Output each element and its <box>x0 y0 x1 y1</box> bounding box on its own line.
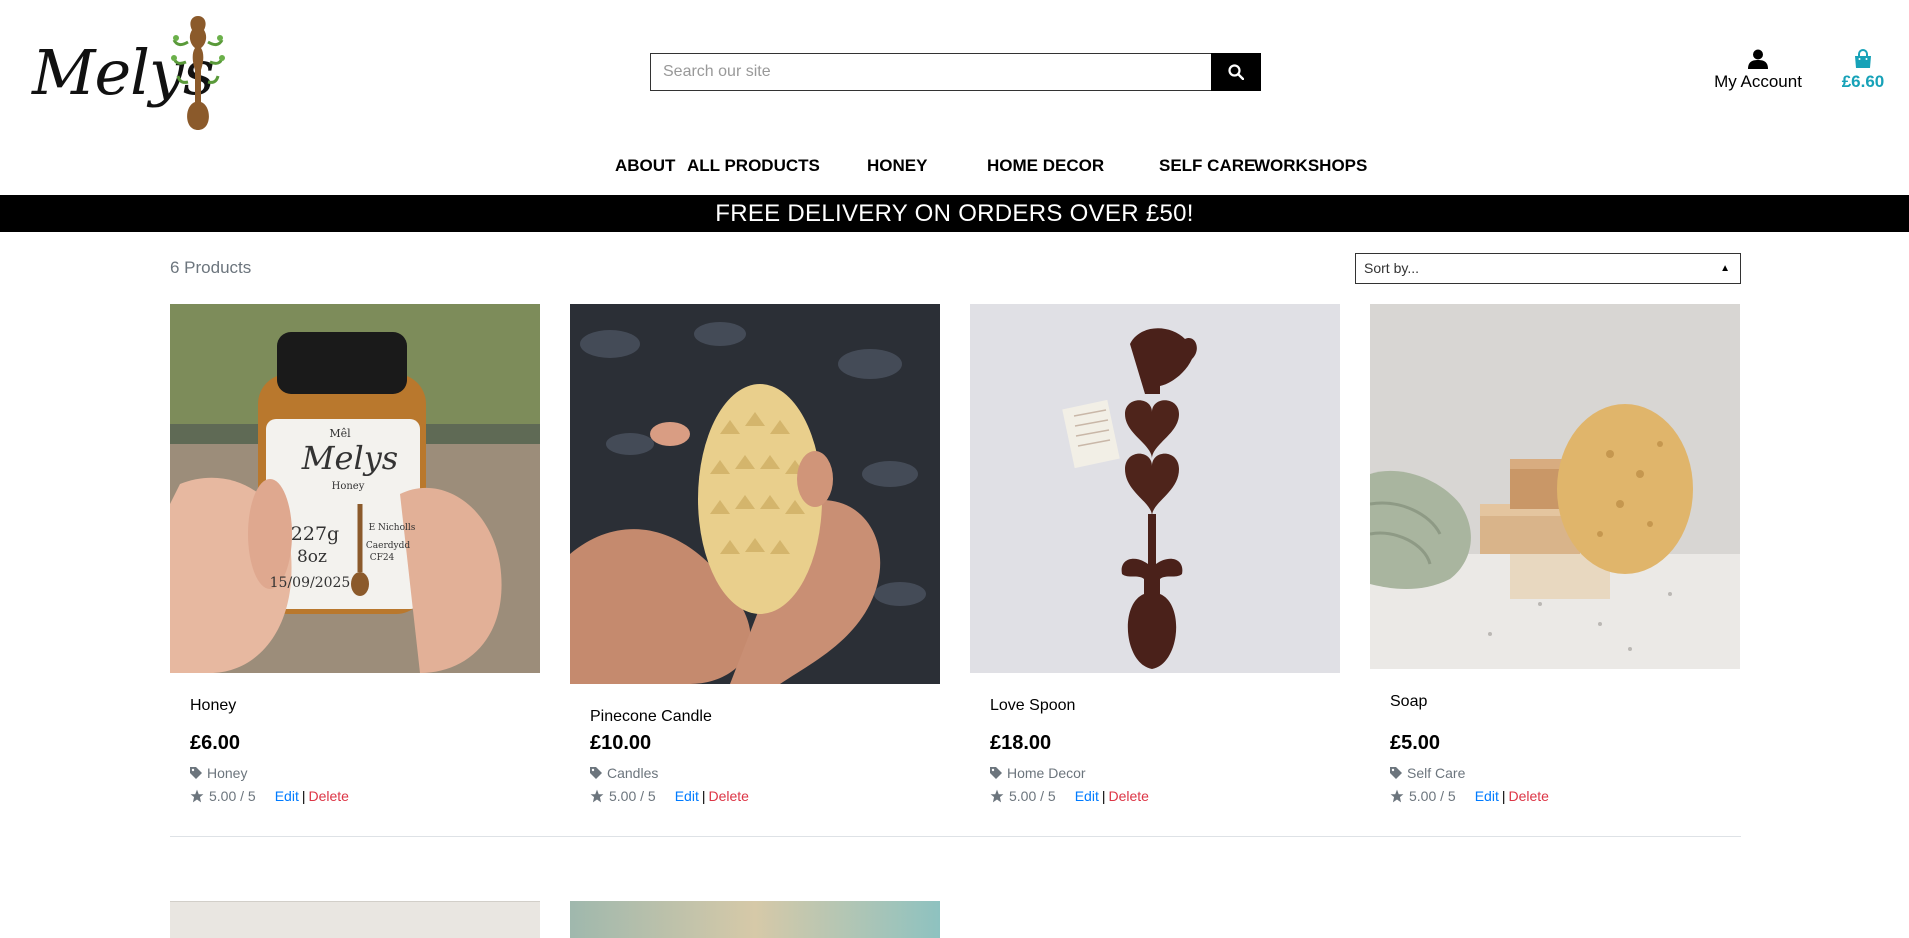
tag-icon <box>1390 767 1402 779</box>
love-spoon-logo-icon <box>171 16 225 130</box>
edit-link[interactable]: Edit <box>1475 788 1499 804</box>
sort-select[interactable]: Sort by... ▲ <box>1355 253 1741 284</box>
free-delivery-banner: FREE DELIVERY ON ORDERS OVER £50! <box>0 195 1909 232</box>
product-photo-partial-icon <box>170 901 540 938</box>
svg-text:Caerdydd: Caerdydd <box>366 541 410 551</box>
link-separator: | <box>1501 788 1506 804</box>
product-category[interactable]: Self Care <box>1390 765 1465 781</box>
product-card: Love Spoon £18.00 Home Decor 5.00 / 5 Ed… <box>970 304 1340 814</box>
product-category[interactable]: Honey <box>190 765 247 781</box>
tag-icon <box>190 767 202 779</box>
product-name[interactable]: Honey <box>190 697 236 715</box>
nav-all-products[interactable]: ALL PRODUCTS <box>687 156 820 176</box>
honey-jar-photo-icon: Mêl Melys Honey 227g 8oz E Nicholls Caer… <box>170 304 540 673</box>
nav-home-decor[interactable]: HOME DECOR <box>987 156 1104 176</box>
product-category-label: Home Decor <box>1007 765 1086 781</box>
star-icon <box>190 789 204 803</box>
product-price: £5.00 <box>1390 732 1441 754</box>
svg-text:227g: 227g <box>291 523 339 545</box>
product-card: Mêl Melys Honey 227g 8oz E Nicholls Caer… <box>170 304 540 814</box>
product-name[interactable]: Love Spoon <box>990 697 1075 715</box>
nav-workshops[interactable]: WORKSHOPS <box>1254 156 1367 176</box>
product-image-soap[interactable] <box>1370 304 1740 669</box>
search-input[interactable] <box>650 53 1211 91</box>
product-count: 6 Products <box>170 258 252 277</box>
product-category[interactable]: Home Decor <box>990 765 1086 781</box>
delete-link[interactable]: Delete <box>1508 788 1548 804</box>
tag-icon <box>590 767 602 779</box>
product-image-partial[interactable] <box>570 901 940 938</box>
edit-link[interactable]: Edit <box>275 788 299 804</box>
product-rating: 5.00 / 5 <box>1409 788 1456 804</box>
product-meta: 5.00 / 5 Edit | Delete <box>190 788 349 804</box>
site-logo[interactable]: Melys <box>28 10 228 132</box>
product-category-label: Candles <box>607 765 659 781</box>
main-nav: ABOUT ALL PRODUCTS HONEY HOME DECOR SELF… <box>0 156 1909 180</box>
star-icon <box>590 789 604 803</box>
nav-about[interactable]: ABOUT <box>615 156 675 176</box>
sort-arrows-icon: ▲ <box>1720 263 1730 274</box>
edit-link[interactable]: Edit <box>675 788 699 804</box>
product-rating: 5.00 / 5 <box>609 788 656 804</box>
search-icon <box>1228 64 1244 80</box>
product-price: £6.00 <box>190 732 241 754</box>
svg-text:15/09/2025: 15/09/2025 <box>270 575 351 591</box>
my-account-link[interactable]: My Account <box>1712 49 1804 92</box>
svg-text:Melys: Melys <box>301 439 398 477</box>
product-rating: 5.00 / 5 <box>209 788 256 804</box>
product-rating: 5.00 / 5 <box>1009 788 1056 804</box>
tag-icon <box>990 767 1002 779</box>
svg-text:E Nicholls: E Nicholls <box>369 523 416 533</box>
product-meta: 5.00 / 5 Edit | Delete <box>990 788 1149 804</box>
product-price: £18.00 <box>990 732 1052 754</box>
basket-link[interactable]: £6.60 <box>1836 49 1890 92</box>
edit-link[interactable]: Edit <box>1075 788 1099 804</box>
product-name[interactable]: Soap <box>1390 693 1427 711</box>
product-name[interactable]: Pinecone Candle <box>590 708 712 726</box>
star-icon <box>1390 789 1404 803</box>
user-icon <box>1748 49 1768 69</box>
product-price: £10.00 <box>590 732 652 754</box>
link-separator: | <box>301 788 306 804</box>
svg-text:Honey: Honey <box>332 481 365 492</box>
shopping-bag-icon <box>1855 49 1871 68</box>
product-card: Soap £5.00 Self Care 5.00 / 5 Edit | Del… <box>1370 304 1740 814</box>
delete-link[interactable]: Delete <box>708 788 748 804</box>
link-separator: | <box>1101 788 1106 804</box>
svg-text:8oz: 8oz <box>297 547 327 567</box>
product-meta: 5.00 / 5 Edit | Delete <box>590 788 749 804</box>
product-category[interactable]: Candles <box>590 765 658 781</box>
product-image-partial[interactable] <box>170 901 540 938</box>
my-account-label: My Account <box>1714 72 1802 91</box>
love-spoon-photo-icon <box>970 304 1340 673</box>
sort-selected-value: Sort by... <box>1364 260 1419 276</box>
product-photo-partial-icon <box>570 901 940 938</box>
product-meta: 5.00 / 5 Edit | Delete <box>1390 788 1549 804</box>
search-bar <box>650 53 1261 91</box>
nav-self-care[interactable]: SELF CARE <box>1159 156 1255 176</box>
delete-link[interactable]: Delete <box>1108 788 1148 804</box>
product-image-honey[interactable]: Mêl Melys Honey 227g 8oz E Nicholls Caer… <box>170 304 540 673</box>
search-button[interactable] <box>1211 53 1261 91</box>
product-category-label: Honey <box>207 765 248 781</box>
svg-text:CF24: CF24 <box>370 553 395 563</box>
delete-link[interactable]: Delete <box>308 788 348 804</box>
pinecone-candle-photo-icon <box>570 304 940 684</box>
link-separator: | <box>701 788 706 804</box>
product-image-pinecone-candle[interactable] <box>570 304 940 684</box>
nav-honey[interactable]: HONEY <box>867 156 927 176</box>
star-icon <box>990 789 1004 803</box>
basket-total: £6.60 <box>1841 72 1885 91</box>
product-category-label: Self Care <box>1407 765 1466 781</box>
row-divider <box>170 836 1741 837</box>
product-image-love-spoon[interactable] <box>970 304 1340 673</box>
product-card: Pinecone Candle £10.00 Candles 5.00 / 5 … <box>570 304 940 814</box>
soap-photo-icon <box>1370 304 1740 669</box>
